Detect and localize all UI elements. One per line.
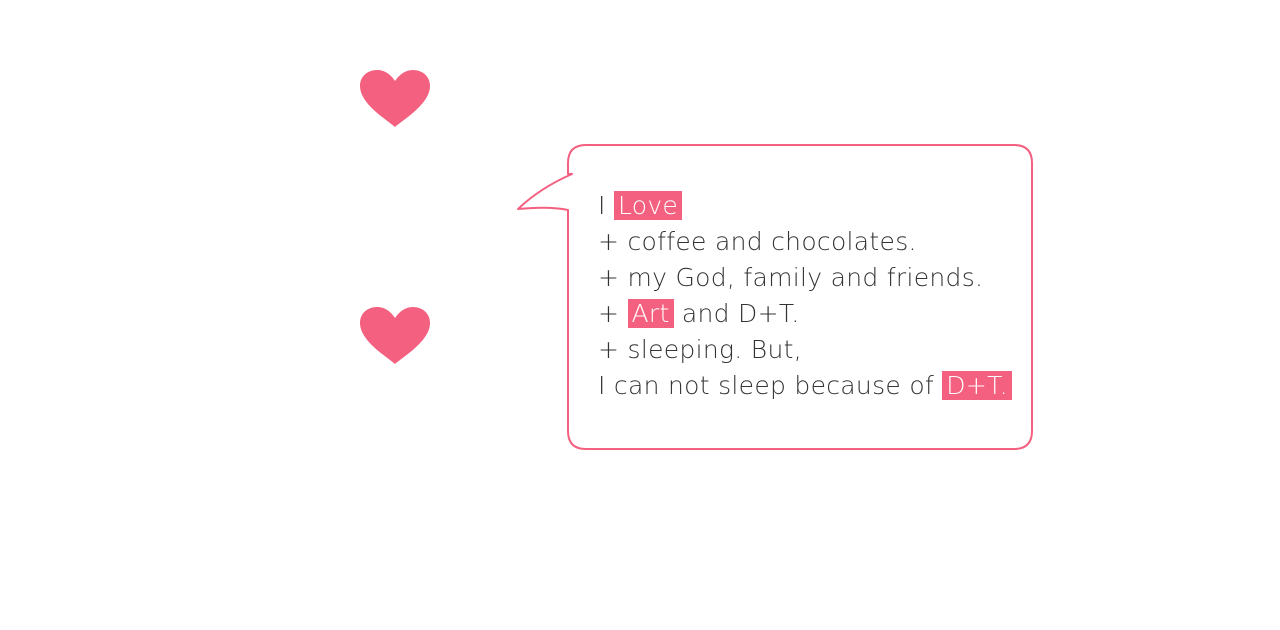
bubble-text: I Love + coffee and chocolates. + my God…	[598, 188, 1018, 404]
highlight-love: Love	[613, 191, 683, 220]
bubble-line: + coffee and chocolates.	[598, 227, 917, 256]
bubble-line: + Art and D+T.	[598, 299, 800, 328]
heart-icon	[359, 69, 431, 129]
heart-icon	[359, 306, 431, 366]
highlight-dt: D+T.	[942, 371, 1012, 400]
bubble-line: + sleeping. But,	[598, 335, 802, 364]
bubble-line: I Love	[598, 188, 1018, 224]
bubble-line: + my God, family and friends.	[598, 263, 984, 292]
highlight-art: Art	[627, 299, 674, 328]
bubble-line: I can not sleep because of D+T.	[598, 368, 1018, 404]
